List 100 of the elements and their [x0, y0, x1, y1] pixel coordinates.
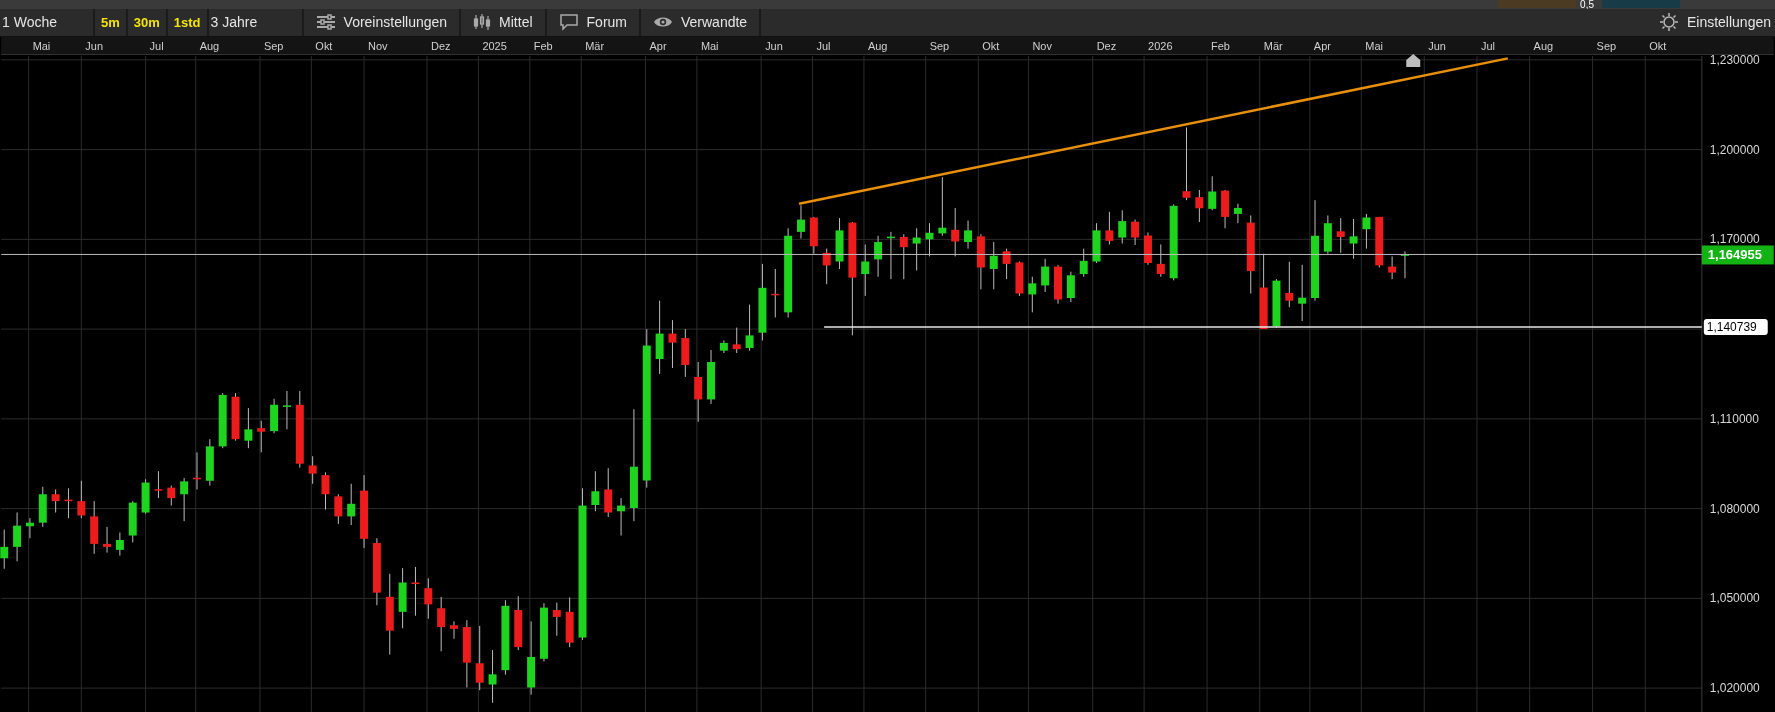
- candle: [1208, 175, 1217, 211]
- candle: [64, 487, 73, 519]
- current-price-tag: 1,164955: [1701, 245, 1774, 265]
- candle: [1079, 248, 1088, 278]
- candle: [514, 595, 523, 651]
- axis-label: Okt: [1649, 39, 1667, 52]
- candle: [912, 227, 921, 271]
- sliders-icon: [315, 14, 336, 31]
- candle: [719, 339, 728, 354]
- axis-label: Mai: [1365, 39, 1383, 52]
- axis-label: Mai: [32, 39, 51, 52]
- axis-label: Mai: [700, 39, 719, 52]
- candle: [1131, 219, 1140, 246]
- candle: [1336, 217, 1345, 254]
- candle: [565, 596, 574, 648]
- candle: [1233, 203, 1242, 224]
- candle: [1375, 216, 1384, 268]
- candle: [1298, 264, 1307, 322]
- candle: [205, 438, 214, 487]
- candle: [13, 511, 22, 562]
- candle: [925, 222, 934, 257]
- candle: [951, 207, 960, 257]
- candle: [835, 217, 844, 270]
- axis-label: 1,230000: [1709, 52, 1760, 67]
- candle: [938, 176, 947, 237]
- axis-label: Okt: [982, 39, 1000, 52]
- candle: [604, 467, 613, 518]
- candle: [270, 398, 279, 434]
- axis-label: Apr: [649, 39, 667, 52]
- candle: [1092, 222, 1101, 264]
- candle: [51, 488, 60, 513]
- candle: [1054, 264, 1062, 305]
- axis-label: Aug: [1533, 39, 1554, 52]
- candle: [398, 567, 407, 629]
- candle: [732, 327, 741, 354]
- axis-label: Jun: [765, 39, 783, 52]
- axis-label: Sep: [1596, 39, 1617, 52]
- axis-label: Jul: [1480, 39, 1495, 52]
- candle: [694, 361, 703, 423]
- axis-label: Mär: [585, 39, 605, 52]
- candle: [1156, 243, 1165, 278]
- candle: [77, 480, 86, 519]
- range-dropdown[interactable]: 3 Jahre: [208, 9, 304, 36]
- axis-label: Sep: [929, 39, 950, 52]
- candle: [25, 517, 34, 539]
- candle: [989, 241, 998, 290]
- axis-label: Apr: [1313, 39, 1331, 52]
- candle: [874, 235, 883, 278]
- candle: [1118, 209, 1127, 244]
- candle: [424, 577, 433, 620]
- candle: [437, 596, 446, 652]
- candle: [372, 537, 381, 606]
- candle: [193, 451, 201, 490]
- axis-label: Nov: [1032, 39, 1052, 52]
- candle: [1285, 261, 1294, 308]
- candlestick-icon: [473, 13, 492, 32]
- candle: [1105, 211, 1114, 245]
- axis-label: 1,080000: [1709, 501, 1760, 516]
- candle: [771, 268, 780, 318]
- settings-icon: [1658, 12, 1679, 33]
- candle: [591, 470, 600, 512]
- candle: [1388, 255, 1397, 280]
- candle: [1221, 189, 1230, 229]
- candle: [154, 470, 163, 499]
- candle: [141, 478, 150, 515]
- candle: [167, 485, 176, 507]
- candle: [347, 483, 356, 526]
- axis-label: Aug: [199, 39, 220, 52]
- axis-label: Sep: [263, 39, 284, 52]
- candle: [617, 497, 626, 536]
- candle: [1362, 213, 1371, 250]
- candle: [1041, 258, 1050, 293]
- candle: [809, 216, 818, 255]
- axis-label: Jun: [1428, 39, 1446, 52]
- candle: [745, 304, 754, 352]
- candle: [1028, 276, 1037, 313]
- candle: [822, 248, 831, 285]
- axis-label: Mär: [1263, 39, 1283, 52]
- candle: [257, 420, 266, 453]
- candle: [797, 204, 805, 239]
- candle: [90, 500, 99, 555]
- candle: [552, 602, 561, 637]
- candle: [334, 493, 343, 525]
- candle: [450, 620, 458, 640]
- candle: [218, 392, 227, 449]
- candle: [1195, 189, 1204, 223]
- axis-label: Nov: [368, 39, 388, 52]
- axis-label: Okt: [315, 39, 333, 52]
- candle: [308, 455, 317, 485]
- axis-label: 1,050000: [1709, 591, 1760, 606]
- axis-label: Dez: [431, 39, 451, 52]
- axis-label: Feb: [1211, 39, 1230, 52]
- candle: [231, 392, 240, 442]
- axis-label: Jul: [816, 39, 831, 52]
- candle: [1066, 271, 1075, 303]
- trend-line[interactable]: [798, 57, 1509, 205]
- range-dropdown[interactable]: 1 Woche: [0, 9, 95, 36]
- axis-label: 2026: [1148, 39, 1173, 52]
- axis-label: Feb: [533, 39, 553, 52]
- candle: [1323, 214, 1332, 255]
